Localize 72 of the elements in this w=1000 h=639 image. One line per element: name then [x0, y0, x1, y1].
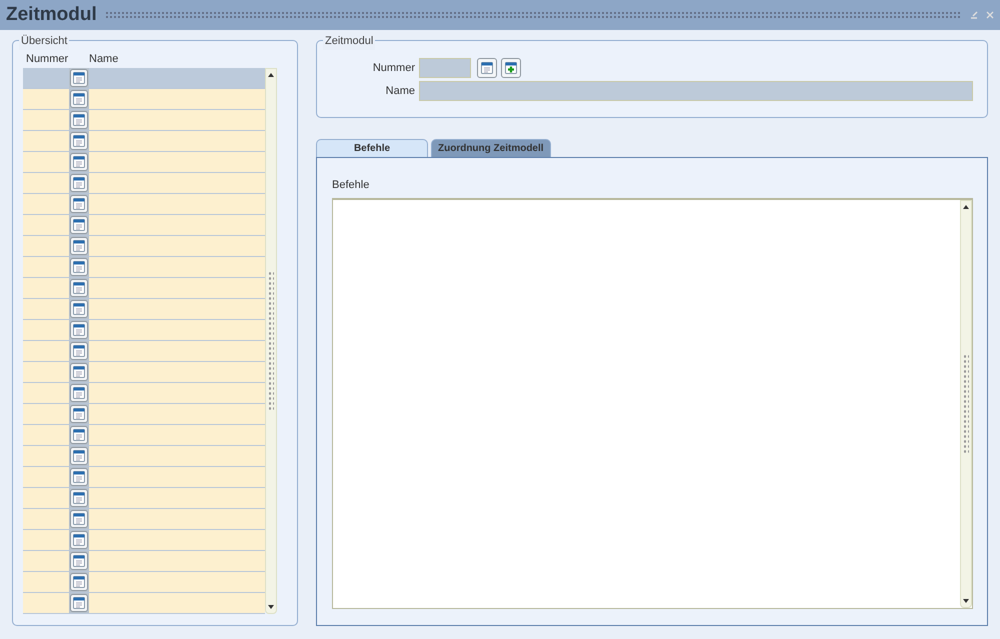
column-header: Name [89, 52, 118, 68]
details-button[interactable] [70, 195, 88, 213]
add-button[interactable] [501, 58, 521, 78]
table-row[interactable] [23, 362, 265, 383]
details-button[interactable] [70, 489, 88, 507]
details-button[interactable] [70, 153, 88, 171]
tab[interactable]: Befehle [316, 139, 428, 157]
table-row[interactable] [23, 425, 265, 446]
details-button[interactable] [70, 468, 88, 486]
field-label: Nummer [372, 60, 415, 76]
details-button[interactable] [70, 90, 88, 108]
table-row[interactable] [23, 173, 265, 194]
scroll-up-icon[interactable] [963, 204, 969, 208]
details-button[interactable] [70, 300, 88, 318]
field-label: Name [384, 84, 415, 99]
scrollbar[interactable] [960, 200, 972, 608]
table-row[interactable] [23, 320, 265, 341]
minimize-icon[interactable] [970, 11, 978, 19]
table-row[interactable] [23, 383, 265, 404]
details-button[interactable] [70, 111, 88, 129]
scroll-grip-icon[interactable] [268, 271, 274, 411]
details-button[interactable] [70, 552, 88, 570]
table-row[interactable] [23, 404, 265, 425]
details-button[interactable] [70, 321, 88, 339]
details-button[interactable] [70, 69, 88, 87]
details-button[interactable] [70, 216, 88, 234]
column-header: Nummer [25, 52, 70, 68]
table-row[interactable] [23, 509, 265, 530]
field-label: Befehle [332, 178, 370, 193]
table-row[interactable] [23, 257, 265, 278]
window-title: Zeitmodul [6, 2, 97, 27]
details-button[interactable] [70, 363, 88, 381]
tab[interactable]: Zuordnung Zeitmodell [431, 139, 551, 157]
scroll-down-icon[interactable] [963, 599, 969, 603]
details-button[interactable] [70, 426, 88, 444]
table-row[interactable] [23, 530, 265, 551]
scroll-down-icon[interactable] [268, 605, 274, 609]
table-row[interactable] [23, 341, 265, 362]
scroll-grip-icon[interactable] [963, 354, 969, 454]
list-button[interactable] [477, 58, 497, 78]
details-button[interactable] [70, 258, 88, 276]
table-row[interactable] [23, 152, 265, 173]
table-row[interactable] [23, 572, 265, 593]
details-button[interactable] [70, 510, 88, 528]
close-icon[interactable] [986, 11, 994, 19]
details-button[interactable] [70, 237, 88, 255]
details-button[interactable] [70, 279, 88, 297]
table-row[interactable] [23, 278, 265, 299]
details-button[interactable] [70, 174, 88, 192]
table-row[interactable] [23, 299, 265, 320]
table-row[interactable] [23, 215, 265, 236]
input-field[interactable] [419, 58, 471, 78]
table-row[interactable] [23, 551, 265, 572]
table-row[interactable] [23, 194, 265, 215]
table-row[interactable] [23, 236, 265, 257]
table-row[interactable] [23, 446, 265, 467]
details-button[interactable] [70, 594, 88, 612]
details-button[interactable] [70, 132, 88, 150]
input-field[interactable] [419, 81, 973, 101]
table-row[interactable] [23, 467, 265, 488]
table-row[interactable] [23, 110, 265, 131]
table-row[interactable] [23, 89, 265, 110]
details-button[interactable] [70, 447, 88, 465]
scroll-up-icon[interactable] [268, 73, 274, 77]
details-button[interactable] [70, 405, 88, 423]
table-row[interactable] [23, 488, 265, 509]
details-button[interactable] [70, 531, 88, 549]
table-row[interactable] [23, 131, 265, 152]
details-button[interactable] [70, 384, 88, 402]
scrollbar[interactable] [265, 68, 277, 614]
details-button[interactable] [70, 573, 88, 591]
details-button[interactable] [70, 342, 88, 360]
